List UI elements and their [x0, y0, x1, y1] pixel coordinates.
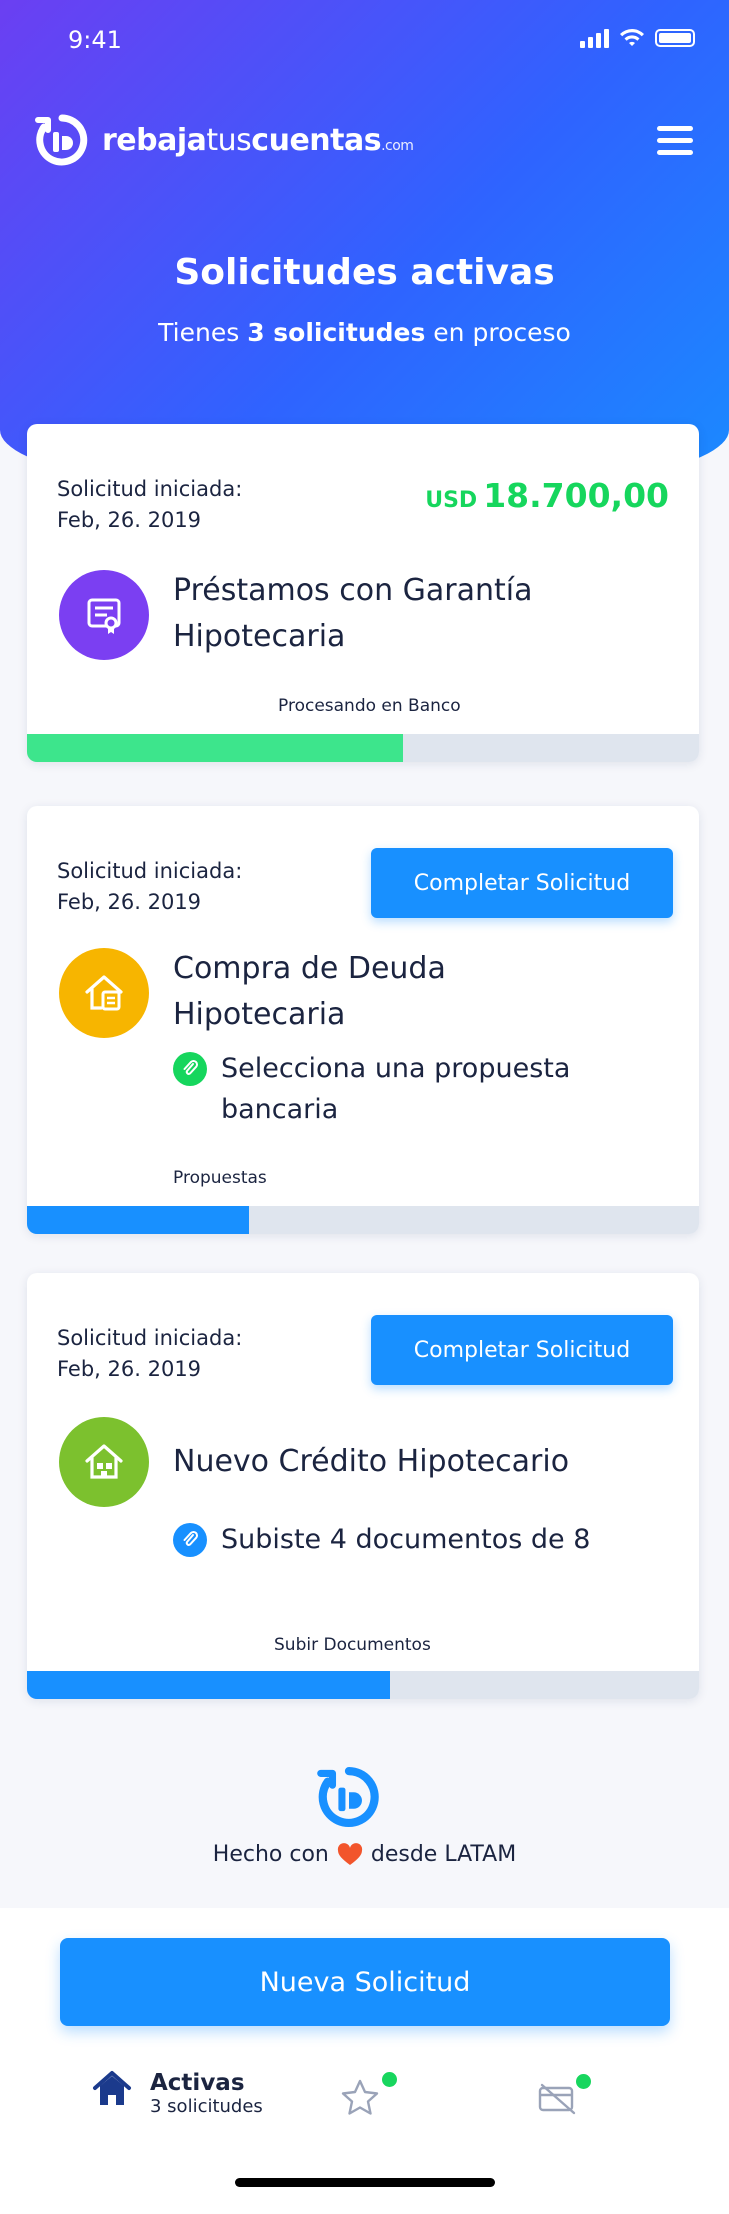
menu-icon[interactable] [657, 126, 693, 156]
progress-fill [27, 1206, 249, 1234]
new-request-button[interactable]: Nueva Solicitud [60, 1938, 670, 2026]
notification-dot [382, 2072, 397, 2087]
tab-cards[interactable] [536, 2074, 591, 2118]
star-icon [341, 2079, 379, 2115]
bottom-bar: Nueva Solicitud Activas 3 solicitudes [0, 1908, 729, 2214]
request-title: Nuevo Crédito Hipotecario [173, 1444, 570, 1479]
page-subtitle: Tienes 3 solicitudes en proceso [158, 318, 571, 347]
progress-fill [27, 1671, 390, 1699]
complete-request-button[interactable]: Completar Solicitud [371, 1315, 673, 1385]
request-title: Préstamos con Garantía Hipotecaria [173, 573, 533, 654]
request-date: Solicitud iniciada: Feb, 26. 2019 [57, 477, 243, 532]
status-time: 9:41 [68, 26, 122, 54]
progress-bar [27, 1206, 699, 1234]
progress-bar [27, 1671, 699, 1699]
attach-icon [173, 1523, 207, 1557]
signal-icon [580, 28, 609, 48]
brand-logo[interactable]: rebajatuscuentas.com [34, 112, 414, 168]
attach-icon [173, 1052, 207, 1086]
card-off-icon [538, 2083, 576, 2115]
battery-icon [655, 29, 695, 47]
tab-activas[interactable]: Activas 3 solicitudes [92, 2070, 263, 2118]
brand-name: rebajatuscuentas.com [102, 122, 414, 158]
heart-icon [337, 1843, 363, 1865]
logo-icon [35, 114, 88, 166]
request-stage: Propuestas [173, 1168, 267, 1188]
request-hint: Subiste 4 documentos de 8 [173, 1519, 590, 1560]
request-title: Compra de Deuda Hipotecaria [173, 951, 446, 1032]
complete-request-button[interactable]: Completar Solicitud [371, 848, 673, 918]
certificate-icon [59, 570, 149, 660]
notification-dot [576, 2074, 591, 2089]
request-stage: Procesando en Banco [278, 696, 461, 716]
tab-favorites[interactable] [340, 2072, 397, 2118]
footer-credits: Hecho con desde LATAM [212, 1842, 517, 1867]
request-amount: USD 18.700,00 [425, 476, 669, 515]
home-indicator [235, 2178, 495, 2187]
footer-logo-icon [317, 1766, 379, 1828]
request-card[interactable]: Solicitud iniciada: Feb, 26. 2019 USD 18.7… [27, 424, 699, 762]
request-stage: Subir Documentos [274, 1635, 431, 1655]
house-building-icon [59, 1417, 149, 1507]
status-bar: 9:41 [0, 0, 729, 80]
tab-activas-count: 3 solicitudes [150, 2096, 263, 2117]
request-card[interactable]: Solicitud iniciada: Feb, 26. 2019 Complet… [27, 806, 699, 1234]
request-hint: Selecciona una propuesta bancaria [173, 1048, 570, 1130]
home-icon [93, 2071, 131, 2105]
page-title: Solicitudes activas [174, 252, 555, 293]
wifi-icon [620, 29, 644, 46]
tab-activas-label: Activas [150, 2070, 245, 2096]
request-date: Solicitud iniciada: Feb, 26. 2019 [57, 859, 243, 914]
request-date: Solicitud iniciada: Feb, 26. 2019 [57, 1326, 243, 1381]
status-icons [580, 28, 695, 48]
house-money-icon [59, 948, 149, 1038]
progress-bar [27, 734, 699, 762]
progress-fill [27, 734, 404, 762]
tab-bar: Activas 3 solicitudes [0, 2060, 729, 2150]
request-card[interactable]: Solicitud iniciada: Feb, 26. 2019 Complet… [27, 1273, 699, 1699]
